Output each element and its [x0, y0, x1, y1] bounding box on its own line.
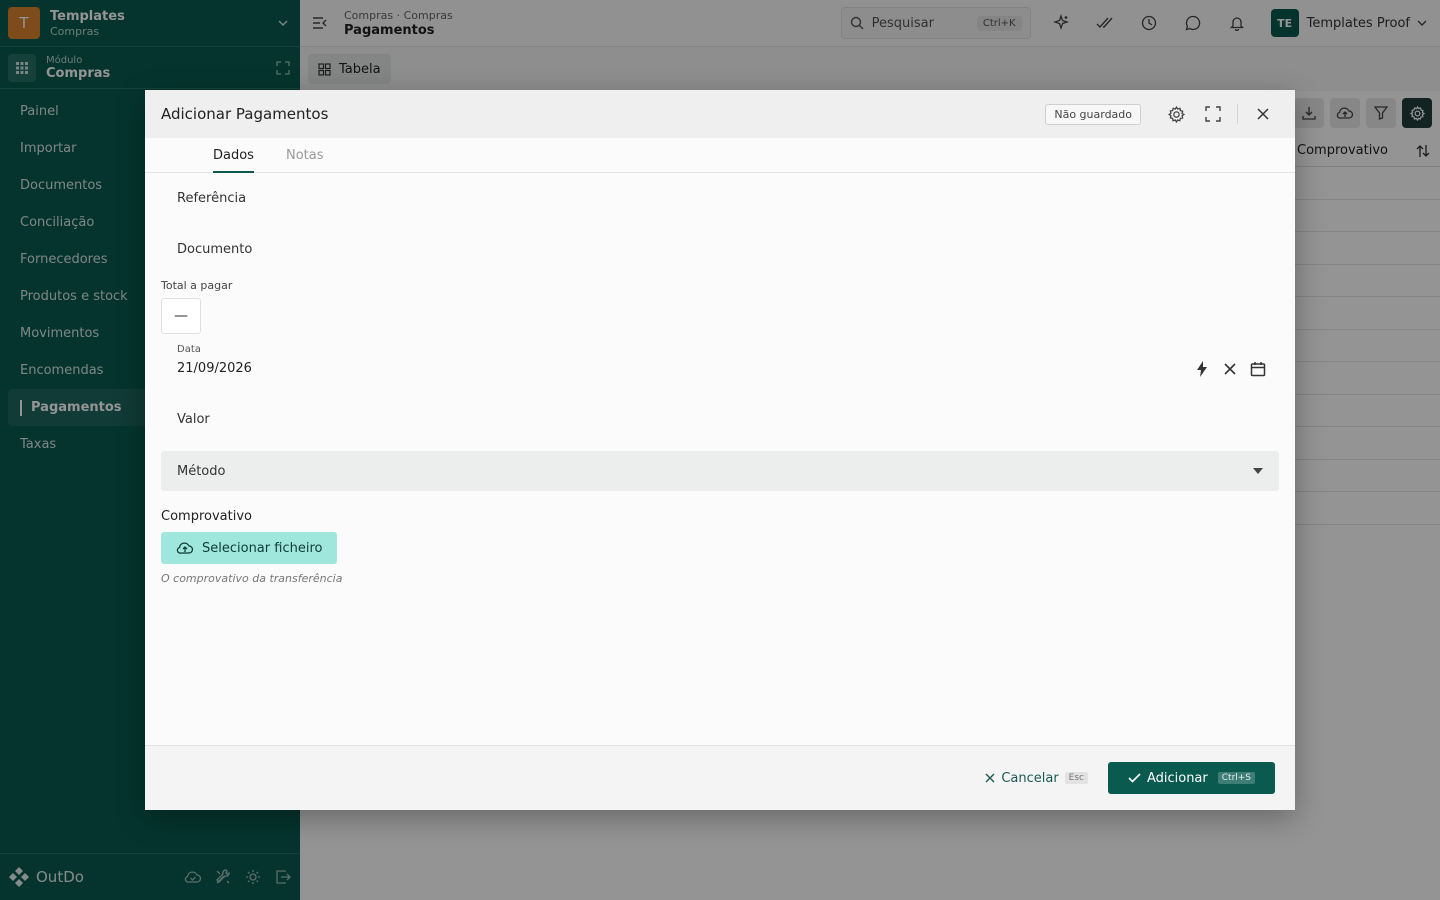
close-icon	[985, 773, 995, 783]
referencia-label: Referência	[177, 191, 247, 206]
dialog-title: Adicionar Pagamentos	[161, 105, 329, 123]
upload-cloud-icon	[176, 542, 194, 554]
clear-icon[interactable]	[1221, 360, 1239, 378]
tab-dados[interactable]: Dados	[213, 138, 254, 173]
cancel-button[interactable]: Cancelar Esc	[985, 771, 1088, 786]
valor-field[interactable]: Valor	[161, 390, 1279, 448]
select-file-button[interactable]: Selecionar ficheiro	[161, 532, 337, 564]
comprovativo-hint: O comprovativo da transferência	[161, 572, 343, 585]
payment-form: Referência Documento Total a pagar — Dat…	[145, 173, 1295, 585]
lightning-icon[interactable]	[1193, 360, 1211, 378]
header-divider	[1237, 104, 1238, 124]
calendar-icon[interactable]	[1249, 360, 1267, 378]
fullscreen-icon[interactable]	[1197, 98, 1229, 130]
comprovativo-label: Comprovativo	[161, 509, 252, 524]
close-icon[interactable]	[1247, 98, 1279, 130]
metodo-placeholder: Método	[177, 463, 226, 479]
tab-notas[interactable]: Notas	[286, 138, 324, 173]
status-badge: Não guardado	[1045, 103, 1141, 125]
data-label: Data	[177, 344, 201, 355]
referencia-field[interactable]: Referência	[161, 173, 1279, 224]
data-value: 21/09/2026	[177, 361, 252, 376]
add-label: Adicionar	[1146, 770, 1208, 786]
dialog-tabs: Dados Notas	[145, 138, 1295, 173]
metodo-select[interactable]: Método	[161, 451, 1279, 491]
dialog-header: Adicionar Pagamentos Não guardado	[145, 90, 1295, 138]
add-payment-dialog: Adicionar Pagamentos Não guardado Dados …	[145, 90, 1295, 810]
data-field[interactable]: Data 21/09/2026	[161, 342, 1279, 390]
add-shortcut: Ctrl+S	[1217, 772, 1256, 784]
add-button[interactable]: Adicionar Ctrl+S	[1108, 762, 1275, 794]
total-a-pagar-label: Total a pagar	[161, 279, 233, 292]
gear-icon[interactable]	[1160, 98, 1192, 130]
total-a-pagar-value: —	[161, 298, 201, 334]
check-icon	[1128, 773, 1141, 783]
documento-label: Documento	[177, 242, 253, 257]
cancel-shortcut: Esc	[1064, 772, 1088, 784]
valor-label: Valor	[177, 411, 210, 427]
cancel-label: Cancelar	[1001, 770, 1059, 786]
dialog-footer: Cancelar Esc Adicionar Ctrl+S	[145, 745, 1295, 810]
select-file-label: Selecionar ficheiro	[202, 540, 323, 556]
dropdown-arrow-icon	[1253, 468, 1263, 474]
documento-field[interactable]: Documento	[161, 224, 1279, 275]
